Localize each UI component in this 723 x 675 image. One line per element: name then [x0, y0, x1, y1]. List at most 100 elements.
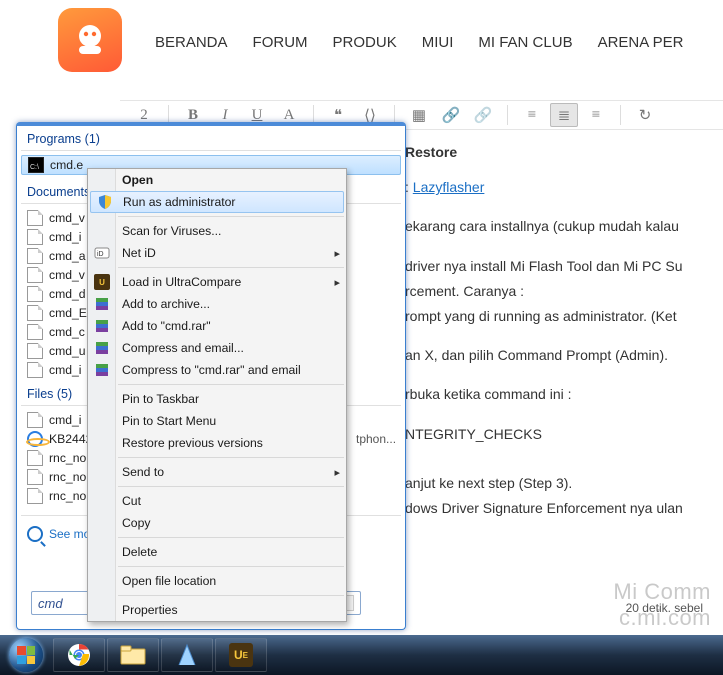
nav-forum[interactable]: FORUM [253, 34, 308, 51]
menu-item-open[interactable]: Open [88, 169, 346, 191]
document-label: cmd_a [49, 249, 86, 263]
start-button[interactable] [6, 635, 46, 675]
tb-table[interactable]: ▦ [405, 103, 433, 127]
uc-icon: U [93, 273, 111, 291]
taskbar: UE [0, 635, 723, 675]
taskbar-ultraedit[interactable]: UE [215, 638, 267, 672]
file-icon [27, 267, 43, 283]
rar-icon [93, 339, 111, 357]
menu-item-compress-to-cmd-rar-and-email[interactable]: Compress to "cmd.rar" and email [88, 359, 346, 381]
menu-item-add-to-cmd-rar[interactable]: Add to "cmd.rar" [88, 315, 346, 337]
menu-item-label: Properties [122, 603, 178, 617]
file-icon [27, 229, 43, 245]
file-icon [27, 469, 43, 485]
menu-item-add-to-archive[interactable]: Add to archive... [88, 293, 346, 315]
tb-align-left[interactable]: ≡ [518, 103, 546, 127]
tb-link[interactable]: 🔗 [437, 103, 465, 127]
rar-icon [93, 361, 111, 379]
menu-item-label: Delete [122, 545, 157, 559]
file-icon [27, 324, 43, 340]
menu-item-label: Compress to "cmd.rar" and email [122, 363, 301, 377]
file-icon [27, 305, 43, 321]
text: : [405, 179, 413, 195]
menu-item-pin-to-start-menu[interactable]: Pin to Start Menu [88, 410, 346, 432]
taskbar-app1[interactable] [161, 638, 213, 672]
file-icon [27, 286, 43, 302]
text: anjut ke next step (Step 3). [405, 471, 723, 496]
tb-align-center[interactable]: ≣ [550, 103, 578, 127]
lazyflasher-link[interactable]: Lazyflasher [413, 179, 485, 195]
nav-beranda[interactable]: BERANDA [155, 34, 228, 51]
rar-icon [93, 295, 111, 313]
menu-item-open-file-location[interactable]: Open file location [88, 570, 346, 592]
menu-item-label: Copy [122, 516, 150, 530]
text: an X, dan pilih Command Prompt (Admin). [405, 343, 723, 368]
netid-icon: iD [93, 244, 111, 262]
mi-logo[interactable] [58, 8, 122, 72]
page-title: Restore [405, 140, 723, 165]
file-icon [27, 488, 43, 504]
file-label: rnc_no [49, 451, 86, 465]
file-label: KB2442 [49, 432, 92, 446]
svg-text:iD: iD [97, 251, 104, 258]
nav-miui[interactable]: MIUI [422, 34, 454, 51]
menu-item-label: Add to archive... [122, 297, 210, 311]
menu-item-label: Compress and email... [122, 341, 244, 355]
file-icon [27, 210, 43, 226]
menu-item-copy[interactable]: Copy [88, 512, 346, 534]
menu-item-properties[interactable]: Properties [88, 599, 346, 621]
file-label: rnc_no [49, 489, 86, 503]
menu-item-label: Open [122, 173, 153, 187]
text: NTEGRITY_CHECKS [405, 422, 723, 447]
context-menu: Open Run as administrator Scan for Viruses… [87, 168, 347, 622]
text: driver nya install Mi Flash Tool dan Mi … [405, 254, 723, 279]
file-trail: tphon... [356, 432, 396, 446]
document-label: cmd_v [49, 211, 85, 225]
menu-item-load-in-ultracompare[interactable]: ULoad in UltraCompare [88, 271, 346, 293]
menu-item-label: Scan for Viruses... [122, 224, 221, 238]
program-label: cmd.e [50, 158, 83, 172]
programs-header: Programs (1) [21, 128, 401, 148]
document-label: cmd_v [49, 268, 85, 282]
taskbar-chrome[interactable] [53, 638, 105, 672]
rar-icon [93, 317, 111, 335]
menu-item-label: Restore previous versions [122, 436, 263, 450]
menu-item-label: Add to "cmd.rar" [122, 319, 211, 333]
text: rbuka ketika command ini : [405, 382, 723, 407]
menu-item-label: Send to [122, 465, 164, 479]
document-label: cmd_E [49, 306, 87, 320]
file-label: cmd_i [49, 413, 82, 427]
menu-item-delete[interactable]: Delete [88, 541, 346, 563]
menu-item-scan-for-viruses[interactable]: Scan for Viruses... [88, 220, 346, 242]
document-label: cmd_i [49, 230, 82, 244]
menu-item-restore-previous-versions[interactable]: Restore previous versions [88, 432, 346, 454]
taskbar-explorer[interactable] [107, 638, 159, 672]
menu-item-label: Net iD [122, 246, 156, 260]
menu-item-pin-to-taskbar[interactable]: Pin to Taskbar [88, 388, 346, 410]
tb-unlink[interactable]: 🔗 [469, 103, 497, 127]
menu-item-cut[interactable]: Cut [88, 490, 346, 512]
nav-arena[interactable]: ARENA PER [598, 34, 684, 51]
text: rompt yang di running as administrator. … [405, 304, 723, 329]
menu-item-send-to[interactable]: Send to [88, 461, 346, 483]
text: rcement. Caranya : [405, 279, 723, 304]
tb-redo[interactable]: ↻ [631, 103, 659, 127]
menu-item-label: Pin to Taskbar [122, 392, 199, 406]
ie-icon [27, 431, 43, 447]
document-label: cmd_i [49, 363, 82, 377]
menu-item-label: Run as administrator [123, 195, 235, 209]
file-icon [27, 248, 43, 264]
menu-item-label: Cut [122, 494, 141, 508]
menu-item-compress-and-email[interactable]: Compress and email... [88, 337, 346, 359]
nav-mifanclub[interactable]: MI FAN CLUB [478, 34, 572, 51]
menu-item-net-id[interactable]: iD Net iD [88, 242, 346, 264]
nav-produk[interactable]: PRODUK [333, 34, 397, 51]
watermark: Mi Comm [613, 579, 711, 605]
text: dows Driver Signature Enforcement nya ul… [405, 496, 723, 521]
text: ekarang cara installnya (cukup mudah kal… [405, 214, 723, 239]
file-icon [27, 450, 43, 466]
cmd-icon [28, 157, 44, 173]
file-label: rnc_no [49, 470, 86, 484]
tb-align-right[interactable]: ≡ [582, 103, 610, 127]
menu-item-run-as-administrator[interactable]: Run as administrator [90, 191, 344, 213]
